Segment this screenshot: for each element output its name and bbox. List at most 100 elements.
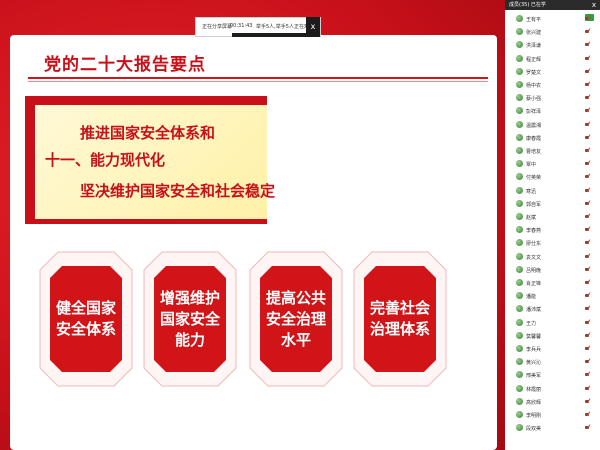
avatar — [516, 186, 523, 194]
raise-hand-icon[interactable] — [585, 306, 591, 311]
member-row[interactable]: 李兵兵 — [505, 343, 600, 355]
card-3-line-3: 水平 — [280, 330, 311, 349]
avatar — [516, 331, 523, 339]
raise-hand-icon[interactable] — [585, 267, 591, 272]
avatar — [516, 265, 523, 273]
member-name: 王有平 — [526, 17, 542, 23]
member-name: 吕明晚 — [526, 267, 542, 274]
raise-hand-icon[interactable] — [585, 161, 591, 166]
share-timer: 00:31:43 — [230, 23, 253, 29]
member-row[interactable]: 莫馨馨 — [505, 330, 600, 342]
avatar — [516, 15, 523, 22]
raise-hand-icon[interactable] — [585, 346, 591, 351]
title-divider-thin — [28, 81, 488, 82]
avatar — [516, 371, 523, 379]
raise-hand-icon[interactable] — [585, 42, 591, 47]
member-row[interactable]: 袁文文 — [505, 251, 600, 263]
avatar — [516, 54, 523, 62]
raise-hand-icon[interactable] — [585, 386, 591, 391]
member-name: 李春燕 — [526, 228, 542, 235]
member-row[interactable]: 付英荣 — [505, 171, 600, 183]
avatar — [516, 160, 523, 168]
toolbar-close-button[interactable]: x — [306, 17, 320, 37]
member-row[interactable]: 曹培友 — [505, 145, 600, 157]
member-panel-close-icon[interactable]: x — [592, 0, 596, 10]
member-row[interactable]: 廖仕东 — [505, 237, 600, 249]
member-row[interactable]: 王力 — [505, 317, 600, 329]
card-4-line-1: 完善社会 — [369, 299, 430, 317]
member-row[interactable]: 林霞丽 — [505, 383, 600, 395]
raise-hand-icon[interactable] — [585, 108, 591, 113]
raise-hand-icon[interactable] — [585, 82, 591, 87]
member-row[interactable]: 吕明晚 — [505, 264, 600, 276]
raise-hand-icon[interactable] — [585, 174, 591, 179]
member-row[interactable]: 李明刚 — [505, 409, 600, 421]
member-row[interactable]: 杨中农 — [505, 79, 600, 91]
card-2-line-1: 增强维护 — [159, 288, 220, 307]
member-name: 莫馨馨 — [526, 333, 542, 340]
member-row[interactable]: 郭自军 — [505, 198, 600, 210]
raise-hand-icon[interactable] — [585, 56, 591, 61]
avatar — [516, 213, 523, 220]
raise-hand-icon[interactable] — [585, 69, 591, 74]
member-name: 邢美军 — [526, 373, 542, 380]
point-card-4: 完善社会 治理体系 — [352, 250, 448, 388]
card-2-line-2: 国家安全 — [159, 309, 220, 328]
avatar — [516, 41, 523, 49]
member-row[interactable]: 温震湘 — [505, 119, 600, 131]
member-row[interactable]: 康春霞 — [505, 132, 600, 144]
raise-hand-icon[interactable] — [585, 320, 591, 325]
raise-hand-icon[interactable] — [585, 29, 591, 34]
raise-hand-icon[interactable] — [585, 135, 591, 140]
member-name: 曹培友 — [526, 149, 542, 155]
member-row[interactable]: 寒迅 — [505, 185, 600, 197]
raise-hand-icon[interactable] — [585, 16, 591, 21]
member-row[interactable]: 肖正锋 — [505, 277, 600, 289]
member-name: 蔡小强 — [526, 96, 542, 103]
member-row[interactable]: 赵斌 — [505, 211, 600, 223]
member-panel: 成员(35) 已在学 x 王有平 张兴建 洪泽谦 程正辉 罗楚文 杨中农 蔡小强 彭祥泽 温震湘… — [505, 0, 600, 450]
raise-hand-icon[interactable] — [585, 188, 591, 193]
raise-hand-icon[interactable] — [585, 201, 591, 206]
member-name: 杨中农 — [526, 83, 542, 89]
banner-line-2: 十一、能力现代化 — [45, 151, 166, 169]
raise-hand-icon[interactable] — [585, 372, 591, 377]
toolbar-strip — [232, 33, 306, 37]
avatar — [516, 107, 523, 115]
member-row[interactable]: 程正辉 — [505, 53, 600, 65]
raise-hand-icon[interactable] — [585, 214, 591, 219]
member-row[interactable]: 罗楚文 — [505, 66, 600, 78]
raise-hand-icon[interactable] — [585, 227, 591, 232]
slide-title: 党的二十大报告要点 — [44, 55, 206, 75]
raise-hand-icon[interactable] — [585, 412, 591, 417]
raise-hand-icon[interactable] — [585, 359, 591, 364]
raise-hand-icon[interactable] — [585, 254, 591, 259]
point-card-2: 增强维护 国家安全 能力 — [142, 250, 238, 388]
raise-hand-icon[interactable] — [585, 95, 591, 100]
member-row[interactable]: 李春燕 — [505, 224, 600, 236]
member-row[interactable]: 邢美军 — [505, 369, 600, 381]
member-row[interactable]: 洪泽谦 — [505, 39, 600, 51]
member-row[interactable]: 黄兴沁 — [505, 356, 600, 368]
member-row[interactable]: 段双美 — [505, 422, 600, 434]
card-3-line-2: 安全治理 — [265, 309, 326, 328]
member-name: 廖仕东 — [526, 241, 542, 248]
member-row[interactable]: 覃中 — [505, 158, 600, 170]
member-row[interactable]: 潘沛斌 — [505, 303, 600, 315]
raise-hand-icon[interactable] — [585, 399, 591, 404]
member-name: 覃中 — [526, 162, 537, 169]
member-row[interactable]: 王有平 — [505, 13, 600, 25]
member-row[interactable]: 高欣辉 — [505, 396, 600, 408]
raise-hand-icon[interactable] — [585, 122, 591, 127]
raise-hand-icon[interactable] — [585, 280, 591, 285]
raise-hand-icon[interactable] — [585, 425, 591, 430]
raise-hand-icon[interactable] — [585, 293, 591, 298]
member-row[interactable]: 张兴建 — [505, 26, 600, 38]
member-row[interactable]: 彭祥泽 — [505, 105, 600, 117]
avatar — [516, 424, 523, 432]
member-row[interactable]: 潘能 — [505, 290, 600, 302]
raise-hand-icon[interactable] — [585, 240, 591, 245]
member-row[interactable]: 蔡小强 — [505, 92, 600, 104]
raise-hand-icon[interactable] — [585, 333, 591, 338]
raise-hand-icon[interactable] — [585, 148, 591, 153]
